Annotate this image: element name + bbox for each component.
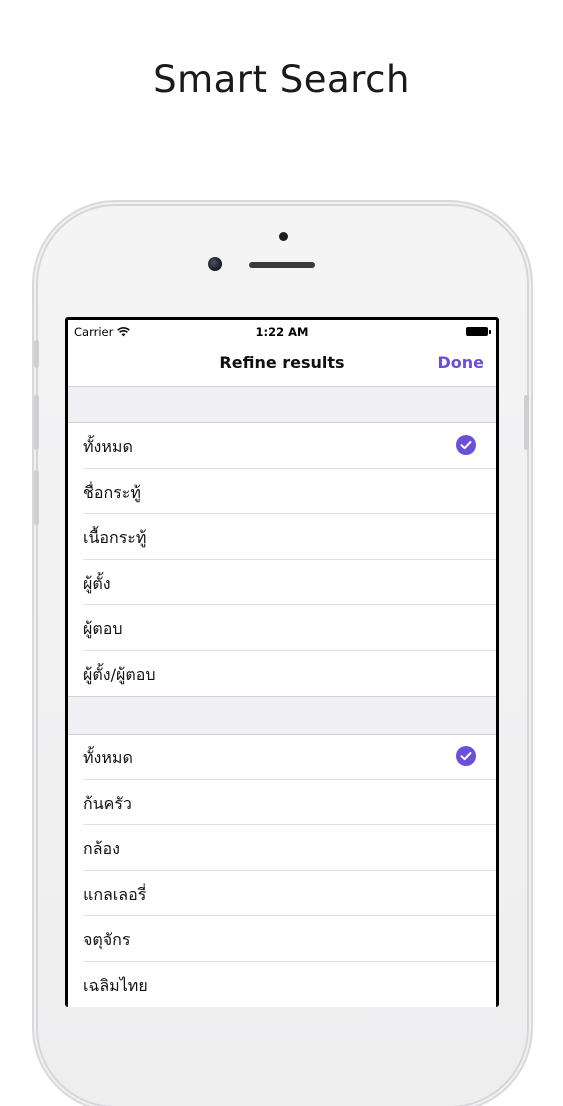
volume-down-button bbox=[34, 470, 39, 525]
checkmark-icon bbox=[456, 746, 476, 766]
list-item[interactable]: เฉลิมไทย bbox=[68, 962, 496, 1008]
list-item-label: เนื้อกระทู้ bbox=[83, 528, 147, 547]
list-item-label: ทั้งหมด bbox=[83, 748, 133, 767]
list-item[interactable]: ผู้ตั้ง/ผู้ตอบ bbox=[68, 651, 496, 697]
app-view: Carrier 1:22 AM Refine results Done ทั้ง… bbox=[68, 320, 496, 1007]
list-item-label: แกลเลอรี่ bbox=[83, 884, 147, 904]
front-camera bbox=[208, 257, 222, 271]
power-button bbox=[524, 395, 529, 450]
checkmark-icon bbox=[456, 435, 476, 455]
list-item[interactable]: ชื่อกระทู้ bbox=[68, 469, 496, 514]
category-list: ทั้งหมด ก้นครัว กล้อง แกลเลอรี่ จตุจักร bbox=[68, 734, 496, 1007]
list-item-label: ก้นครัว bbox=[83, 793, 132, 813]
volume-up-button bbox=[34, 395, 39, 450]
proximity-sensor bbox=[279, 232, 288, 241]
list-item[interactable]: ทั้งหมด bbox=[68, 423, 496, 469]
status-time: 1:22 AM bbox=[255, 325, 309, 339]
list-item[interactable]: ผู้ตอบ bbox=[68, 605, 496, 651]
list-item[interactable]: ก้นครัว bbox=[68, 780, 496, 825]
battery-icon bbox=[466, 327, 491, 336]
list-item-label: ทั้งหมด bbox=[83, 437, 133, 456]
list-item-label: เฉลิมไทย bbox=[83, 975, 148, 995]
section-header-1 bbox=[68, 387, 496, 423]
list-item[interactable]: เนื้อกระทู้ bbox=[68, 514, 496, 560]
list-item-label: จตุจักร bbox=[83, 930, 131, 949]
list-item[interactable]: แกลเลอรี่ bbox=[68, 871, 496, 916]
mute-switch bbox=[34, 340, 39, 368]
navigation-bar: Refine results Done bbox=[68, 342, 496, 387]
section-header-2 bbox=[68, 696, 496, 735]
earpiece-speaker bbox=[249, 262, 315, 268]
done-button[interactable]: Done bbox=[437, 353, 484, 372]
search-scope-list: ทั้งหมด ชื่อกระทู้ เนื้อกระทู้ ผู้ตั้ง ผ… bbox=[68, 423, 496, 696]
nav-title: Refine results bbox=[219, 353, 345, 372]
list-item-label: ผู้ตอบ bbox=[83, 619, 123, 638]
list-item[interactable]: จตุจักร bbox=[68, 916, 496, 962]
phone-screen: Carrier 1:22 AM Refine results Done ทั้ง… bbox=[65, 317, 499, 1007]
status-bar: Carrier 1:22 AM bbox=[68, 320, 496, 342]
list-item[interactable]: กล้อง bbox=[68, 825, 496, 871]
list-item[interactable]: ทั้งหมด bbox=[68, 734, 496, 780]
headline: Smart Search bbox=[153, 58, 410, 101]
list-item-label: ชื่อกระทู้ bbox=[83, 482, 141, 502]
list-item-label: ผู้ตั้ง bbox=[83, 573, 111, 593]
list-item-label: กล้อง bbox=[83, 839, 120, 858]
list-item-label: ผู้ตั้ง/ผู้ตอบ bbox=[83, 664, 156, 684]
list-item[interactable]: ผู้ตั้ง bbox=[68, 560, 496, 605]
